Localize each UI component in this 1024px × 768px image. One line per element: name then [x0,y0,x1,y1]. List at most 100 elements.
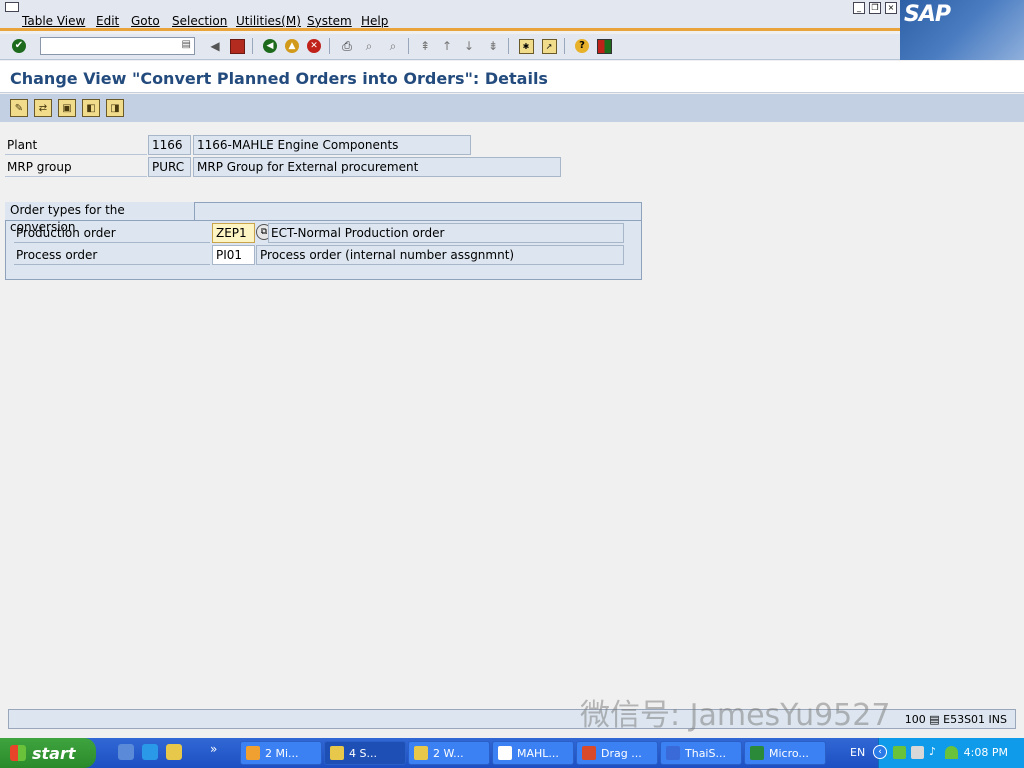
mrp-group-label-underline [5,176,147,177]
plant-description: 1166-MAHLE Engine Components [193,135,471,155]
save-icon[interactable] [228,37,246,55]
page-title: Change View "Convert Planned Orders into… [10,69,548,88]
watermark: 微信号: JamesYu9527 [580,698,891,733]
toolbar-separator [564,38,565,54]
plant-value: 1166 [148,135,191,155]
plant-label: Plant [7,138,38,152]
task-icon [582,746,596,760]
first-page-icon[interactable]: ⇞ [416,37,434,55]
system-tray: ‹ ♪ 4:08 PM [873,738,1024,768]
tray-icon[interactable] [893,746,906,759]
menu-selection[interactable]: Selection [172,14,227,28]
production-order-type-input[interactable]: ZEP1 [212,223,255,243]
taskbar-item-label: 2 W... [433,746,464,760]
taskbar-item[interactable]: MAHL... [492,741,574,765]
quicklaunch-app-icon[interactable] [118,744,134,760]
tray-icon[interactable] [911,746,924,759]
tray-expand-icon[interactable]: ‹ [873,745,887,759]
taskbar-item-label: Drag ... [601,746,642,760]
taskbar-item-label: ThaiS... [685,746,726,760]
command-nav-icon[interactable]: ◀ [206,37,224,55]
start-button[interactable]: start [0,738,96,768]
menu-help[interactable]: Help [361,14,388,28]
task-icon [246,746,260,760]
command-field[interactable]: ▤ [40,37,195,55]
group-title-underline [5,220,642,221]
menu-goto[interactable]: Goto [131,14,160,28]
menu-utilities[interactable]: Utilities(M) [236,14,301,28]
find-next-icon[interactable]: ⌕ [384,37,402,55]
network-icon[interactable] [945,746,958,759]
taskbar-item-label: 2 Mi... [265,746,299,760]
taskbar-item[interactable]: 2 W... [408,741,490,765]
quicklaunch-expand-icon[interactable]: » [210,742,217,756]
menu-edit[interactable]: Edit [96,14,119,28]
next-entry-icon[interactable]: ◨ [106,99,124,117]
print-icon[interactable]: ⎙ [338,37,356,55]
mrp-group-description: MRP Group for External procurement [193,157,561,177]
taskbar-item-label: MAHL... [517,746,559,760]
mrp-group-label: MRP group [7,160,72,174]
previous-page-icon[interactable]: ↑ [438,37,456,55]
sap-logo-text: SAP [904,2,951,27]
taskbar-item[interactable]: Drag ... [576,741,658,765]
other-entry-icon[interactable]: ⇄ [34,99,52,117]
task-icon [414,746,428,760]
exit-icon[interactable]: ▲ [283,37,301,55]
process-order-type-input[interactable]: PI01 [212,245,255,265]
next-page-icon[interactable]: ↓ [460,37,478,55]
language-indicator[interactable]: EN [850,746,865,759]
toolbar-separator [252,38,253,54]
clock[interactable]: 4:08 PM [964,746,1008,759]
toolbar-separator [408,38,409,54]
window-menu-icon[interactable] [5,2,19,12]
folder-icon[interactable] [166,744,182,760]
toolbar-separator [508,38,509,54]
cancel-icon[interactable]: ✕ [305,37,323,55]
application-toolbar [0,94,1024,122]
taskbar-item-label: 4 S... [349,746,377,760]
production-order-type-description: ECT-Normal Production order [268,223,624,243]
internet-explorer-icon[interactable] [142,744,158,760]
menu-table-view[interactable]: Table View [22,14,85,28]
task-icon [750,746,764,760]
back-icon[interactable]: ◀ [261,37,279,55]
plant-label-underline [5,154,147,155]
previous-entry-icon[interactable]: ◧ [82,99,100,117]
layout-menu-icon[interactable] [595,37,613,55]
menu-system[interactable]: System [307,14,352,28]
create-session-icon[interactable]: ✱ [517,37,535,55]
last-page-icon[interactable]: ⇟ [484,37,502,55]
find-icon[interactable]: ⌕ [360,37,378,55]
process-order-label: Process order [16,248,98,262]
production-order-underline [14,242,210,243]
restore-button[interactable]: ❐ [869,2,881,14]
task-icon [498,746,512,760]
display-change-icon[interactable]: ✎ [10,99,28,117]
volume-icon[interactable]: ♪ [929,745,936,758]
taskbar-item[interactable]: 4 S... [324,741,406,765]
task-icon [666,746,680,760]
taskbar-item-label: Micro... [769,746,809,760]
start-label: start [32,743,76,763]
menu-bar: Table View Edit Goto Selection Utilities… [0,0,1024,31]
windows-logo-icon [10,745,26,761]
sap-logo: SAP [900,0,1024,60]
taskbar-item[interactable]: 2 Mi... [240,741,322,765]
minimize-button[interactable]: _ [853,2,865,14]
order-types-group-title: Order types for the conversion [5,202,195,234]
delete-entry-icon[interactable]: ▣ [58,99,76,117]
system-info[interactable]: 100 ▤ E53S01 INS [905,713,1007,726]
taskbar-item[interactable]: Micro... [744,741,826,765]
enter-icon[interactable]: ✔ [10,37,28,55]
command-history-icon[interactable]: ▤ [182,39,191,50]
close-button[interactable]: × [885,2,897,14]
shortcut-icon[interactable]: ↗ [540,37,558,55]
help-icon[interactable]: ? [573,37,591,55]
production-order-label: Production order [16,226,116,240]
title-bar: Change View "Convert Planned Orders into… [0,61,1024,93]
process-order-underline [14,264,210,265]
taskbar-item[interactable]: ThaiS... [660,741,742,765]
task-icon [330,746,344,760]
toolbar-separator [329,38,330,54]
